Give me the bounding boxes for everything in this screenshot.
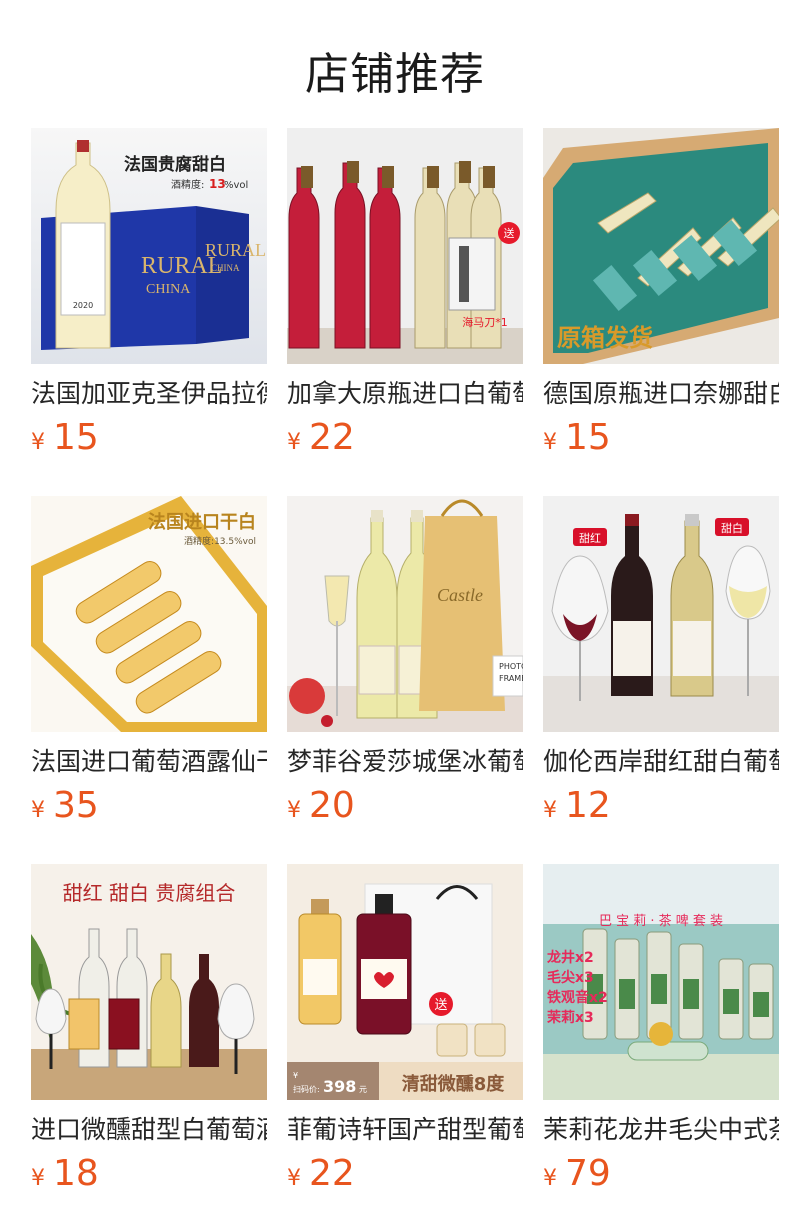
svg-text:CHINA: CHINA [211,263,240,273]
product-price: ¥35 [31,786,267,832]
frame-text-2: FRAME [499,674,523,683]
price-amount: 15 [53,417,99,458]
product-name[interactable]: 茉莉花龙井毛尖中式茶啤 [543,1114,779,1146]
price-amount: 79 [565,1153,611,1194]
product-image[interactable]: 法国进口干白 酒精度:13.5%vol [31,496,267,732]
product-image[interactable]: 甜红 甜白 贵腐组合 [31,864,267,1100]
gift-caption: 海马刀*1 [462,315,508,329]
product-card[interactable]: 送 海马刀*1 加拿大原瓶进口白葡萄酒冰酒 ¥22 [287,128,523,464]
image-headline: 法国进口干白 [148,511,256,533]
product-card[interactable]: 甜红 甜白 贵腐组合 进口微醺甜型白葡萄酒组合 ¥18 [31,864,267,1200]
price-amount: 22 [309,1153,355,1194]
currency-symbol: ¥ [287,798,301,823]
sweet-wine-gift-illustration: 送 ¥ 扫码价: 398 元 清甜微醺8度 [287,864,523,1100]
product-card[interactable]: 原箱发货 德国原瓶进口奈娜甜白葡萄酒 ¥15 [543,128,779,464]
currency-symbol: ¥ [543,430,557,455]
product-price: ¥22 [287,418,523,464]
abv-label: 酒精度: [171,178,204,191]
red-wine-tag: 甜红 [579,532,601,545]
currency-symbol: ¥ [287,1166,301,1191]
combo-line-3: 铁观音x2 [547,989,608,1006]
price-amount: 15 [565,417,611,458]
product-image[interactable]: 送 ¥ 扫码价: 398 元 清甜微醺8度 [287,864,523,1100]
gift-badge-text: 送 [434,998,447,1013]
tea-beer-set-illustration: 巴 宝 莉 · 茶 啤 套 装 龙井x2 毛尖x3 铁观音x2 茉莉x3 [543,864,779,1100]
vintage-label: 2020 [73,301,93,310]
product-card[interactable]: 送 ¥ 扫码价: 398 元 清甜微醺8度 菲葡诗轩国产甜型葡萄酒 ¥22 [287,864,523,1200]
wine-case-illustration: 原箱发货 [543,128,779,364]
image-headline: 清甜微醺8度 [402,1073,506,1095]
product-name[interactable]: 伽伦西岸甜红甜白葡萄酒 [543,746,779,778]
image-headline: 巴 宝 莉 · 茶 啤 套 装 [599,913,723,929]
price-amount: 12 [565,785,611,826]
currency-symbol: ¥ [287,430,301,455]
price-tag-label: 扫码价: [293,1084,320,1094]
product-name[interactable]: 进口微醺甜型白葡萄酒组合 [31,1114,267,1146]
price-amount: 18 [53,1153,99,1194]
product-image[interactable]: 送 海马刀*1 [287,128,523,364]
price-tag-symbol: ¥ [293,1071,298,1080]
product-name[interactable]: 德国原瓶进口奈娜甜白葡萄酒 [543,378,779,410]
product-card[interactable]: 甜红 甜白 伽伦西岸甜红甜白葡萄酒 ¥12 [543,496,779,832]
ice-wine-bottles-illustration: 送 海马刀*1 [287,128,523,364]
wine-box-illustration: RURAL CHINA RURAL CHINA 2020 法国贵腐甜白 酒精度:… [31,128,267,364]
bag-brand-text: Castle [437,585,483,605]
product-image[interactable]: 巴 宝 莉 · 茶 啤 套 装 龙井x2 毛尖x3 铁观音x2 茉莉x3 [543,864,779,1100]
price-amount: 35 [53,785,99,826]
image-headline: 法国贵腐甜白 [124,154,226,175]
combo-line-4: 茉莉x3 [547,1009,594,1026]
product-image[interactable]: 甜红 甜白 [543,496,779,732]
product-price: ¥20 [287,786,523,832]
gift-box-bottles-illustration: 法国进口干白 酒精度:13.5%vol [31,496,267,732]
currency-symbol: ¥ [543,798,557,823]
shop-recommend-page: 店铺推荐 RURAL CHINA RURAL CHINA 2020 法国贵腐甜白… [0,0,790,1232]
product-price: ¥18 [31,1154,267,1200]
image-headline: 原箱发货 [557,324,653,352]
product-price: ¥22 [287,1154,523,1200]
product-card[interactable]: RURAL CHINA RURAL CHINA 2020 法国贵腐甜白 酒精度:… [31,128,267,464]
svg-text:RURAL: RURAL [205,240,266,260]
abv-label: 酒精度:13.5%vol [184,535,256,547]
product-price: ¥12 [543,786,779,832]
frame-text-1: PHOTO [499,662,523,671]
combo-line-2: 毛尖x3 [547,969,594,986]
price-tag-unit: 元 [359,1085,367,1094]
product-image[interactable]: Castle PHOTO FRAME [287,496,523,732]
combo-line-1: 龙井x2 [546,949,594,966]
white-wine-tag: 甜白 [721,521,743,535]
gift-badge-text: 送 [504,226,515,240]
box-text-china: CHINA [146,282,191,297]
currency-symbol: ¥ [31,1166,45,1191]
wine-combo-illustration: 甜红 甜白 贵腐组合 [31,864,267,1100]
image-headline: 甜红 甜白 贵腐组合 [63,881,236,905]
product-price: ¥15 [543,418,779,464]
red-white-wine-illustration: 甜红 甜白 [543,496,779,732]
currency-symbol: ¥ [31,798,45,823]
currency-symbol: ¥ [31,430,45,455]
product-name[interactable]: 梦菲谷爱莎城堡冰葡萄酒 [287,746,523,778]
price-amount: 20 [309,785,355,826]
product-image[interactable]: 原箱发货 [543,128,779,364]
page-title: 店铺推荐 [305,49,485,100]
product-card[interactable]: 法国进口干白 酒精度:13.5%vol 法国进口葡萄酒露仙干白 ¥35 [31,496,267,832]
ice-wine-gift-bag-illustration: Castle PHOTO FRAME [287,496,523,732]
product-name[interactable]: 菲葡诗轩国产甜型葡萄酒 [287,1114,523,1146]
product-price: ¥15 [31,418,267,464]
product-name[interactable]: 加拿大原瓶进口白葡萄酒冰酒 [287,378,523,410]
product-card[interactable]: Castle PHOTO FRAME 梦菲谷爱莎城堡冰葡萄酒 ¥20 [287,496,523,832]
currency-symbol: ¥ [543,1166,557,1191]
product-price: ¥79 [543,1154,779,1200]
product-name[interactable]: 法国加亚克圣伊品拉德贵腐甜白 [31,378,267,410]
product-name[interactable]: 法国进口葡萄酒露仙干白 [31,746,267,778]
product-card[interactable]: 巴 宝 莉 · 茶 啤 套 装 龙井x2 毛尖x3 铁观音x2 茉莉x3 茉莉花… [543,864,779,1200]
price-amount: 22 [309,417,355,458]
abv-unit: %vol [224,180,248,191]
price-tag-value: 398 [323,1077,356,1096]
product-image[interactable]: RURAL CHINA RURAL CHINA 2020 法国贵腐甜白 酒精度:… [31,128,267,364]
